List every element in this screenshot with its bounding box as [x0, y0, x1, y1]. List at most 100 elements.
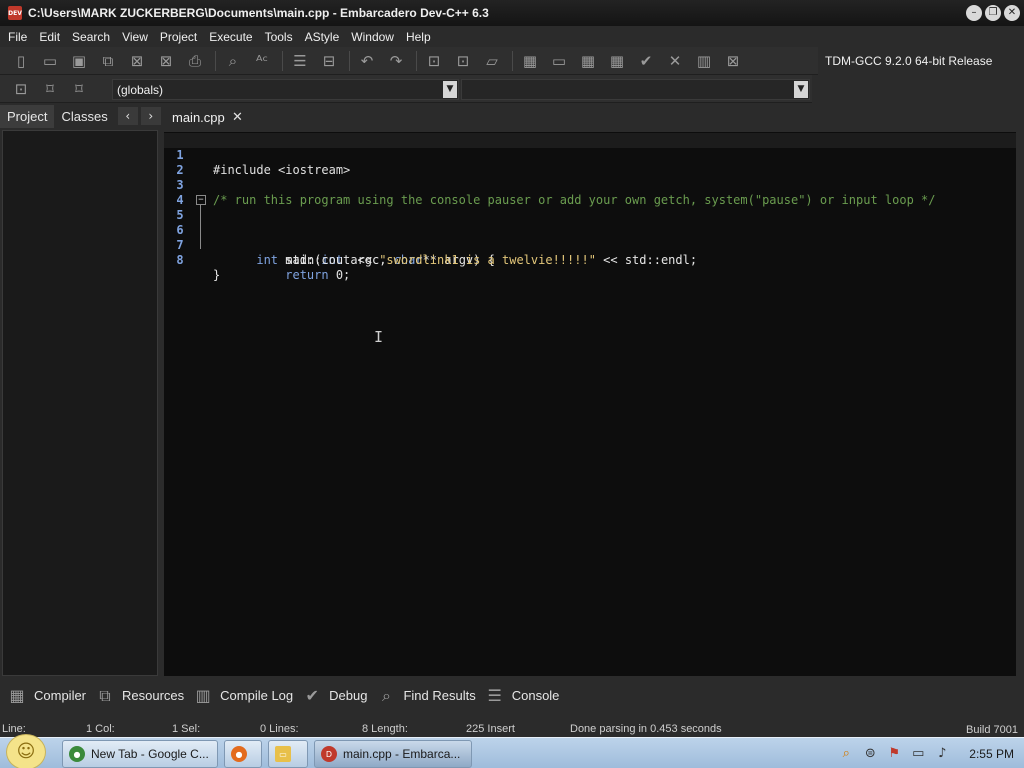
indent-icon[interactable]: ☰: [287, 50, 313, 72]
save-all-icon[interactable]: ⧉: [95, 50, 121, 72]
chevron-left-icon[interactable]: ‹: [117, 107, 138, 125]
firefox-icon: ●: [231, 746, 247, 762]
system-tray: ⌕ ⊜ ⚑ ▭ ♪ 2:55 PM: [831, 738, 1014, 768]
menu-execute[interactable]: Execute: [203, 30, 258, 44]
close-button[interactable]: ✕: [1004, 5, 1020, 21]
profile-icon[interactable]: ▥: [691, 50, 717, 72]
redo-icon[interactable]: ↷: [383, 50, 409, 72]
close-file-icon[interactable]: ⊠: [124, 50, 150, 72]
tab-debug[interactable]: ✔ Debug: [299, 684, 367, 708]
compile-icon[interactable]: ▦: [517, 50, 543, 72]
menu-tools[interactable]: Tools: [259, 30, 299, 44]
close-icon[interactable]: ✕: [232, 110, 243, 125]
run-icon[interactable]: ▭: [546, 50, 572, 72]
title-bar: DEV C:\Users\MARK ZUCKERBERG\Documents\m…: [0, 0, 1024, 26]
menu-search[interactable]: Search: [66, 30, 116, 44]
volume-icon[interactable]: ♪: [933, 745, 951, 763]
search-icon[interactable]: ⌕: [837, 745, 855, 763]
devcpp-app-icon: DEV: [8, 6, 22, 20]
tab-find-results[interactable]: ⌕ Find Results: [373, 684, 476, 708]
taskbar-firefox[interactable]: ●: [224, 740, 262, 768]
menu-edit[interactable]: Edit: [33, 30, 66, 44]
check-syntax-icon[interactable]: ✔: [633, 50, 659, 72]
minimize-button[interactable]: –: [966, 5, 982, 21]
new-project-icon[interactable]: ⊡: [421, 50, 447, 72]
split-icon[interactable]: ⊟: [316, 50, 342, 72]
search-icon: ⌕: [381, 685, 391, 705]
taskbar-devcpp[interactable]: D main.cpp - Embarca...: [314, 740, 472, 768]
menu-view[interactable]: View: [116, 30, 154, 44]
taskbar-chrome[interactable]: ● New Tab - Google C...: [62, 740, 218, 768]
line-number: 8: [176, 253, 184, 267]
stop-icon[interactable]: ✕: [662, 50, 688, 72]
tab-compile-log[interactable]: ▥ Compile Log: [190, 684, 294, 708]
globals-combo[interactable]: (globals) ▼: [112, 79, 459, 100]
goto-icon[interactable]: ⊡: [8, 78, 34, 100]
tab-classes[interactable]: Classes: [54, 105, 114, 128]
bookmark-icon[interactable]: ⌑: [37, 78, 63, 100]
chrome-icon: ●: [69, 746, 85, 762]
menu-astyle[interactable]: AStyle: [299, 30, 346, 44]
left-panel-tabs: Project Classes ‹ ›: [0, 104, 162, 128]
main-toolbar: ▯ ▭ ▣ ⧉ ⊠ ⊠ ⎙ ⌕ ᴬᶜ ☰ ⊟ ↶ ↷ ⊡ ⊡ ▱ ▦ ▭ ▦ ▦…: [0, 47, 818, 75]
open-folder-icon[interactable]: ▭: [37, 50, 63, 72]
taskbar-explorer[interactable]: ▭: [268, 740, 308, 768]
flag-icon[interactable]: ⚑: [885, 745, 903, 763]
comment-icon[interactable]: ▱: [479, 50, 505, 72]
bar-chart-icon: ▥: [195, 686, 211, 705]
compiler-selector[interactable]: TDM-GCC 9.2.0 64-bit Release: [818, 47, 1024, 75]
editor-tabs: main.cpp ✕: [164, 104, 1024, 132]
chevron-right-icon[interactable]: ›: [140, 107, 161, 125]
tab-compiler[interactable]: ▦ Compiler: [4, 684, 86, 708]
editor-scrollbar[interactable]: [1016, 132, 1024, 676]
tab-resources[interactable]: ⧉ Resources: [92, 684, 184, 708]
chevron-down-icon[interactable]: ▼: [443, 81, 457, 98]
menu-help[interactable]: Help: [400, 30, 437, 44]
code-line: 4: [164, 178, 1016, 207]
bottom-panel-tabs: ▦ Compiler ⧉ Resources ▥ Compile Log ✔ D…: [0, 680, 1024, 711]
save-icon[interactable]: ▣: [66, 50, 92, 72]
menu-window[interactable]: Window: [345, 30, 400, 44]
status-parsing: Done parsing in 0.453 seconds: [570, 723, 722, 735]
fold-collapse-icon[interactable]: −: [196, 195, 206, 205]
menu-file[interactable]: File: [2, 30, 33, 44]
devcpp-icon: D: [321, 746, 337, 762]
new-file-icon[interactable]: ▯: [8, 50, 34, 72]
chevron-down-icon[interactable]: ▼: [794, 81, 808, 98]
menu-project[interactable]: Project: [154, 30, 203, 44]
undo-icon[interactable]: ↶: [354, 50, 380, 72]
console-icon: ☰: [487, 686, 502, 705]
remove-project-icon[interactable]: ⊡: [450, 50, 476, 72]
clock[interactable]: 2:55 PM: [969, 747, 1014, 761]
compile-run-icon[interactable]: ▦: [575, 50, 601, 72]
taskbar: ☺ ● New Tab - Google C... ● ▭ D main.cpp…: [0, 734, 1024, 768]
grid-icon: ▦: [9, 686, 25, 705]
code-line: 8 }: [164, 238, 1016, 282]
status-build: Build 7001: [966, 724, 1018, 736]
code-line: 2: [164, 148, 1016, 177]
start-button[interactable]: ☺: [6, 734, 46, 768]
find-icon[interactable]: ⌕: [220, 50, 246, 72]
delete-profile-icon[interactable]: ⊠: [720, 50, 746, 72]
network-status-icon[interactable]: ⊜: [861, 745, 879, 763]
close-all-icon[interactable]: ⊠: [153, 50, 179, 72]
code-line: 5 − int main(int argc, char** argv) {: [164, 193, 1016, 267]
project-tree[interactable]: [2, 130, 158, 676]
rebuild-icon[interactable]: ▦: [604, 50, 630, 72]
tab-console[interactable]: ☰ Console: [482, 684, 560, 708]
checkmark-icon: ✔: [305, 686, 319, 705]
window-title: C:\Users\MARK ZUCKERBERG\Documents\main.…: [28, 6, 489, 20]
status-insert: 225 Insert: [466, 723, 515, 735]
replace-icon[interactable]: ᴬᶜ: [249, 50, 275, 72]
tab-project[interactable]: Project: [0, 104, 55, 128]
code-editor[interactable]: 1 #include <iostream> 2 3 /* run this pr…: [164, 132, 1016, 676]
code-line: 6 std::cout << "swordlink1 is a twelvie!…: [164, 208, 1016, 267]
status-length: 8 Length:: [362, 723, 408, 735]
monitor-icon[interactable]: ▭: [909, 745, 927, 763]
print-icon[interactable]: ⎙: [182, 50, 208, 72]
resources-icon: ⧉: [99, 685, 111, 705]
editor-tab-main-cpp[interactable]: main.cpp ✕: [164, 106, 252, 130]
restore-button[interactable]: ❐: [985, 5, 1001, 21]
members-combo[interactable]: ▼: [461, 79, 810, 100]
bookmarks-icon[interactable]: ⌑: [66, 78, 92, 100]
